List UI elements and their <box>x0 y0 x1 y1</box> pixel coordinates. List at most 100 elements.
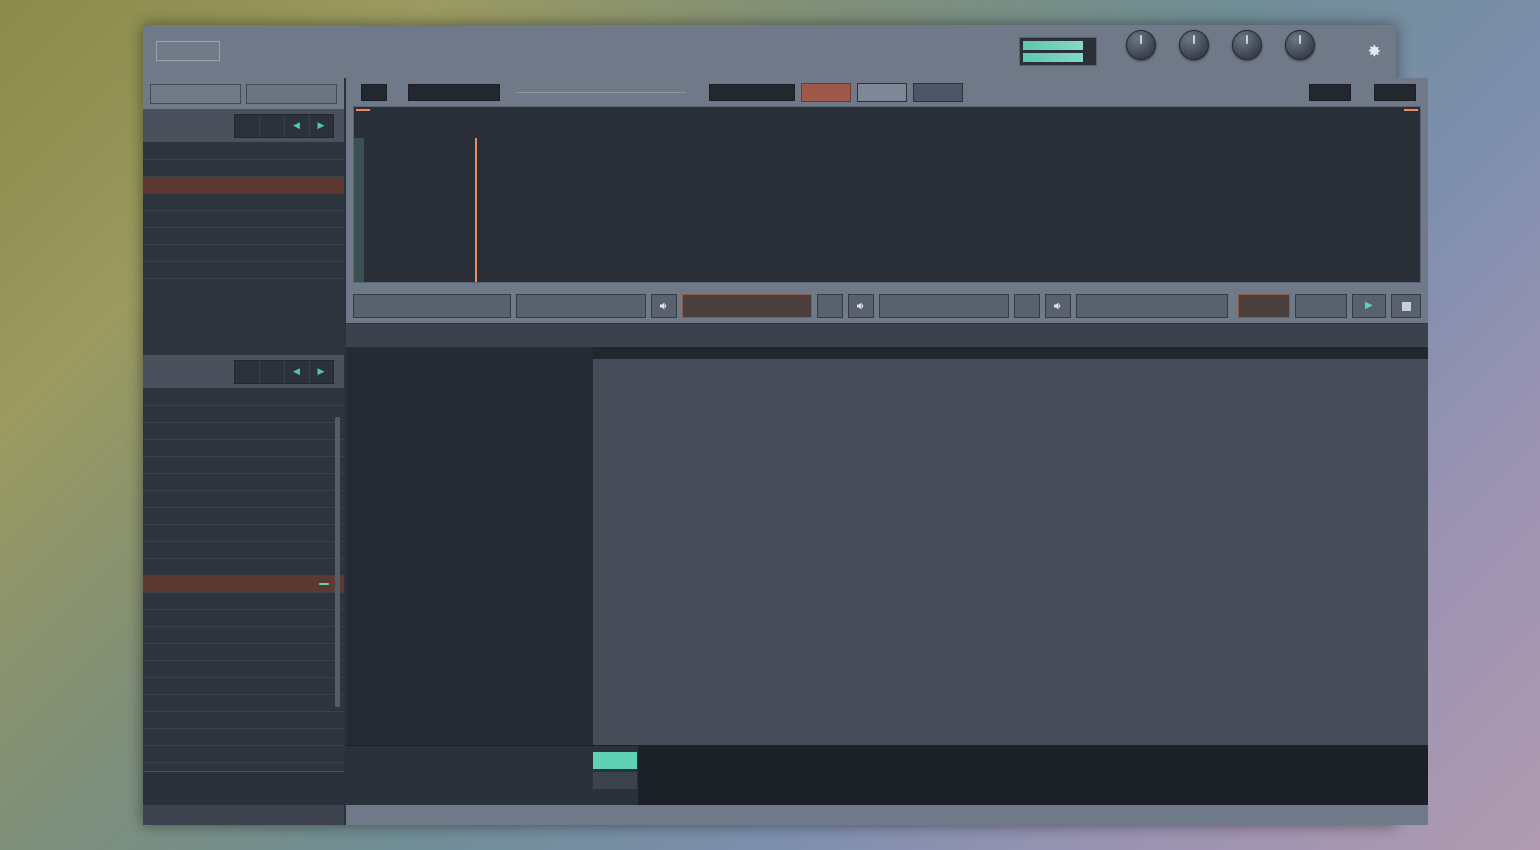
preset-row[interactable] <box>143 729 345 746</box>
tab-drum-sequencer[interactable] <box>682 294 813 318</box>
preset-tag <box>319 583 330 585</box>
preset-row[interactable] <box>143 593 345 610</box>
preset-row[interactable] <box>143 644 345 661</box>
knob-dial[interactable] <box>1232 30 1262 60</box>
sample-bpm-value[interactable] <box>1374 83 1417 101</box>
gear-icon <box>1368 45 1380 57</box>
transport-pattern-button[interactable] <box>1238 294 1291 318</box>
preset-row[interactable] <box>143 661 345 678</box>
knob-dial[interactable] <box>1179 30 1209 60</box>
velocity-lane[interactable] <box>638 746 1429 805</box>
master-knob-sample[interactable] <box>1125 30 1157 62</box>
library-empty-space <box>143 279 345 355</box>
slider-track[interactable] <box>516 91 687 93</box>
library-create-button[interactable] <box>235 114 260 137</box>
library-item[interactable] <box>143 177 345 194</box>
preset-save-button[interactable] <box>235 360 260 383</box>
master-vu-meter <box>1019 37 1097 66</box>
end-marker[interactable] <box>1404 109 1419 111</box>
library-item[interactable] <box>143 194 345 211</box>
velocity-lane-button[interactable] <box>593 752 638 769</box>
knob-dial[interactable] <box>1285 30 1315 60</box>
bass-speaker-icon[interactable] <box>1045 294 1072 318</box>
lane-mode-buttons <box>593 746 638 805</box>
preset-row[interactable] <box>143 712 345 729</box>
sync-bpm-button[interactable] <box>913 82 964 102</box>
left-footer <box>143 805 345 825</box>
preset-row[interactable] <box>143 491 345 508</box>
author-row <box>143 771 345 805</box>
browser-tab-presets[interactable] <box>150 84 242 104</box>
preset-row[interactable] <box>143 627 345 644</box>
preset-row[interactable] <box>143 695 345 712</box>
browser-panel: ◀ ▶ ◀ ▶ <box>143 78 347 825</box>
drum-sequencer-count[interactable] <box>817 294 844 318</box>
tab-bass-sequencer[interactable] <box>879 294 1010 318</box>
preset-row[interactable] <box>143 576 345 593</box>
preset-row[interactable] <box>143 525 345 542</box>
preset-row[interactable] <box>143 406 345 423</box>
tab-slice-sequencer[interactable] <box>516 294 647 318</box>
library-item[interactable] <box>143 262 345 279</box>
preset-row[interactable] <box>143 508 345 525</box>
waveform-display[interactable] <box>353 106 1422 283</box>
settings-button[interactable] <box>1360 43 1382 59</box>
preset-row[interactable] <box>143 474 345 491</box>
stretch-value[interactable] <box>709 83 796 101</box>
sequencer-grid-wrapper <box>593 347 1429 745</box>
tab-playlist[interactable] <box>1076 294 1229 318</box>
library-item[interactable] <box>143 143 345 160</box>
library-prev-icon[interactable]: ◀ <box>285 114 310 137</box>
mode-tab-bar: ▶ <box>346 289 1429 323</box>
master-knob-drums[interactable] <box>1178 30 1210 62</box>
preset-row[interactable] <box>143 423 345 440</box>
sequencer-grid[interactable] <box>593 359 1429 745</box>
master-knob-master[interactable] <box>1284 30 1316 62</box>
play-to-end-button[interactable] <box>857 82 908 102</box>
tab-main-editor[interactable] <box>353 294 512 318</box>
presets-header: ◀ ▶ <box>143 355 345 389</box>
stop-icon[interactable] <box>1391 294 1422 318</box>
reverb-panel <box>346 746 593 805</box>
slice-speaker-icon[interactable] <box>651 294 678 318</box>
panning-lane-button[interactable] <box>593 772 638 789</box>
knob-dial[interactable] <box>1126 30 1156 60</box>
play-icon[interactable]: ▶ <box>1352 294 1387 318</box>
preset-row[interactable] <box>143 457 345 474</box>
preset-row[interactable] <box>143 542 345 559</box>
library-item[interactable] <box>143 160 345 177</box>
sequencer-toolbar <box>346 323 1429 347</box>
transport-song-button[interactable] <box>1295 294 1348 318</box>
waveform-playhead[interactable] <box>474 138 477 282</box>
library-shop-button[interactable] <box>260 114 285 137</box>
drum-speaker-icon[interactable] <box>848 294 875 318</box>
project-bpm-value[interactable] <box>1309 83 1352 101</box>
preset-next-icon[interactable]: ▶ <box>310 361 334 383</box>
browser-tab-samples[interactable] <box>246 84 338 104</box>
bar-ruler <box>593 347 1429 359</box>
library-item[interactable] <box>143 245 345 262</box>
slice-mode-value[interactable] <box>408 83 501 101</box>
preset-scrollbar[interactable] <box>335 417 341 707</box>
preset-list[interactable] <box>143 389 345 771</box>
key-ruler <box>354 123 1420 138</box>
preset-row[interactable] <box>143 610 345 627</box>
preset-row[interactable] <box>143 440 345 457</box>
master-knob-bass[interactable] <box>1231 30 1263 62</box>
preset-prev-icon[interactable]: ◀ <box>285 360 310 383</box>
selection-band <box>354 138 365 282</box>
preset-row[interactable] <box>143 389 345 406</box>
start-note-value[interactable] <box>361 83 388 101</box>
preset-row[interactable] <box>143 678 345 695</box>
preset-init-button[interactable] <box>260 360 285 383</box>
waveform-canvas[interactable] <box>354 138 1420 282</box>
start-marker[interactable] <box>356 109 371 111</box>
crop-button[interactable] <box>801 82 852 102</box>
library-next-icon[interactable]: ▶ <box>310 115 334 137</box>
preset-row[interactable] <box>143 559 345 576</box>
library-item[interactable] <box>143 211 345 228</box>
browser-tabs <box>143 78 345 109</box>
bass-sequencer-count[interactable] <box>1014 294 1041 318</box>
preset-row[interactable] <box>143 746 345 763</box>
library-item[interactable] <box>143 228 345 245</box>
